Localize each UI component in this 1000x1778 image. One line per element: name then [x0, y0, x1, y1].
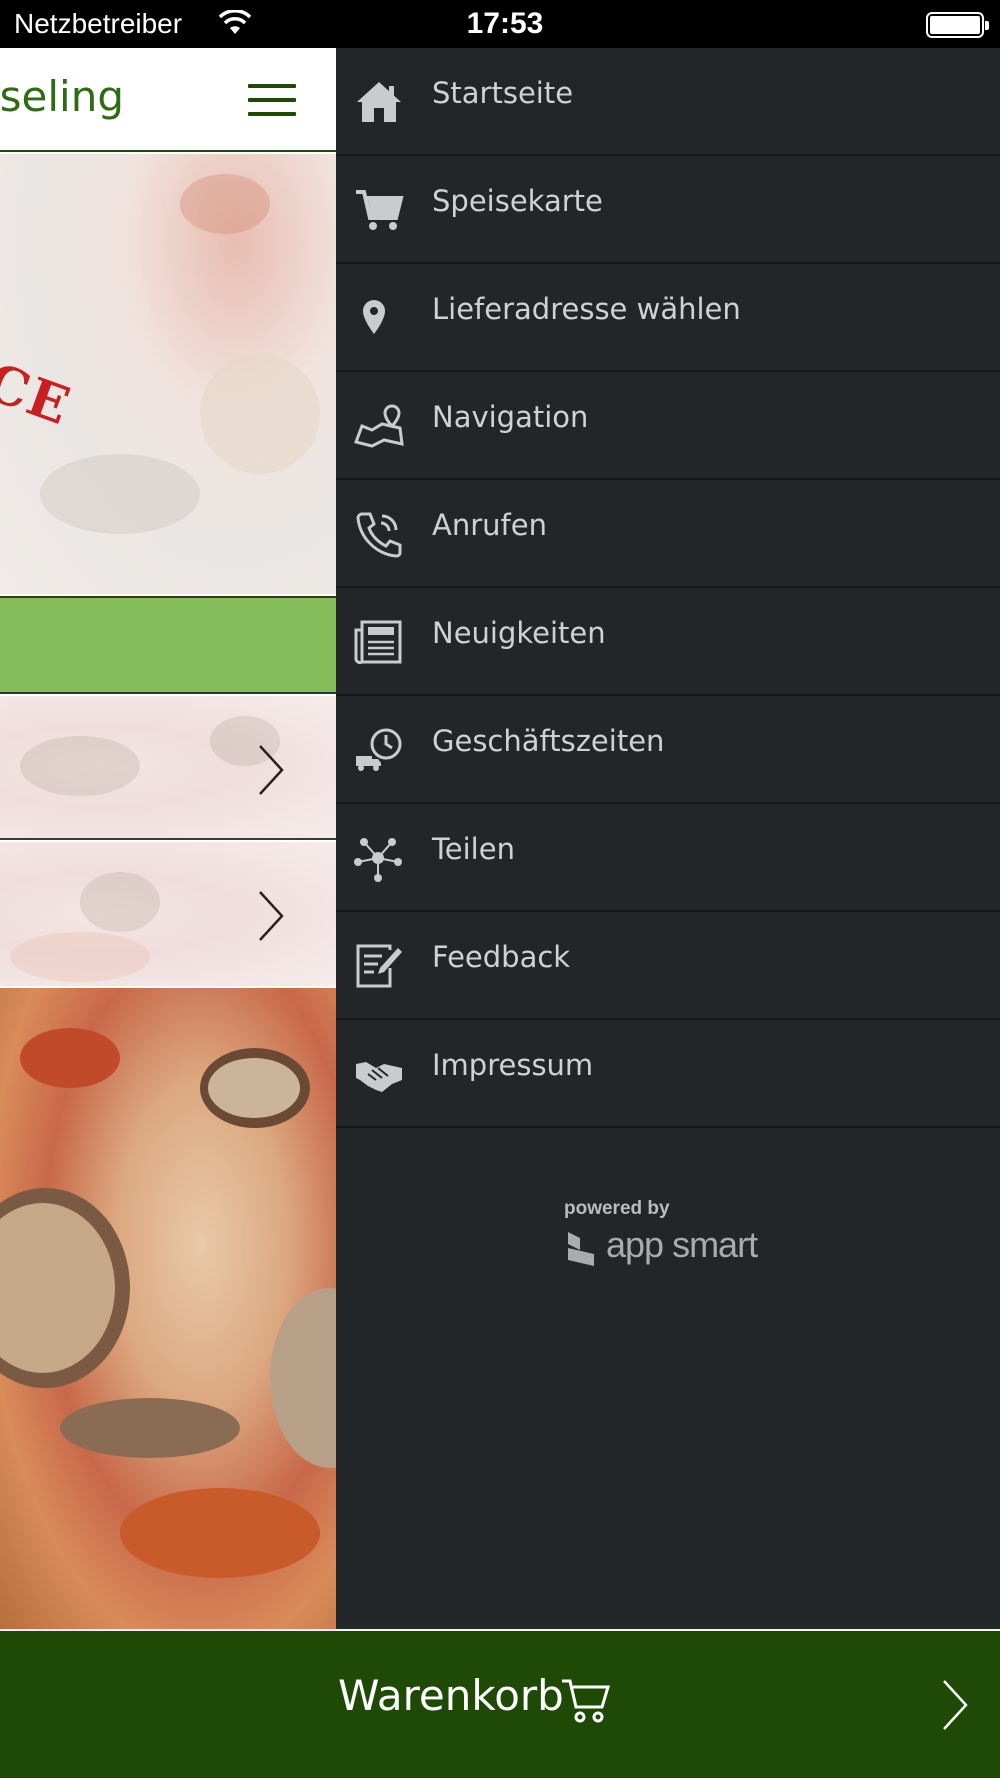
- share-icon: [354, 834, 404, 882]
- chevron-right-icon: [256, 744, 286, 796]
- cart-icon: [354, 186, 404, 234]
- app-smart-logo-icon: [566, 1228, 596, 1268]
- menu-item-label: Speisekarte: [432, 184, 603, 218]
- menu-item-label: Impressum: [432, 1048, 594, 1082]
- cart-label: Warenkorb: [338, 1671, 564, 1720]
- promo-banner[interactable]: [0, 596, 336, 694]
- side-menu: Startseite Speisekarte Lieferadresse wäh…: [336, 48, 1000, 1629]
- app-smart-brand-name: app smart: [606, 1224, 758, 1265]
- hamburger-icon[interactable]: [248, 84, 298, 118]
- menu-item-teilen[interactable]: Teilen: [336, 804, 1000, 912]
- list-item[interactable]: [0, 842, 336, 986]
- menu-item-label: Lieferadresse wählen: [432, 292, 741, 326]
- menu-item-label: Neuigkeiten: [432, 616, 606, 650]
- app-header: sseling: [0, 48, 336, 152]
- battery-icon: [926, 12, 989, 38]
- menu-item-neuigkeiten[interactable]: Neuigkeiten: [336, 588, 1000, 696]
- menu-item-label: Feedback: [432, 940, 571, 974]
- menu-item-geschaeftszeiten[interactable]: Geschäftszeiten: [336, 696, 1000, 804]
- map-icon: [354, 402, 404, 450]
- chevron-right-icon: [940, 1679, 970, 1731]
- list-item[interactable]: [0, 696, 336, 840]
- newspaper-icon: [354, 618, 404, 666]
- menu-item-label: Teilen: [432, 832, 515, 866]
- handshake-icon: [354, 1050, 404, 1098]
- menu-item-feedback[interactable]: Feedback: [336, 912, 1000, 1020]
- menu-item-lieferadresse[interactable]: Lieferadresse wählen: [336, 264, 1000, 372]
- home-icon: [354, 78, 404, 126]
- cart-button[interactable]: Warenkorb: [0, 1629, 1000, 1778]
- menu-item-impressum[interactable]: Impressum: [336, 1020, 1000, 1128]
- page-title: sseling: [0, 72, 124, 121]
- feedback-icon: [354, 942, 404, 990]
- menu-item-label: Startseite: [432, 76, 574, 110]
- hero-image: CE: [0, 154, 336, 594]
- chevron-right-icon: [256, 890, 286, 942]
- hero-stamp-text: CE: [0, 351, 79, 438]
- powered-by-label: powered by: [564, 1198, 670, 1219]
- pizza-photo: [0, 988, 336, 1629]
- status-bar: Netzbetreiber 17:53: [0, 0, 1000, 48]
- clock-time: 17:53: [466, 7, 544, 40]
- delivery-clock-icon: [354, 726, 404, 774]
- cart-icon: [560, 1675, 612, 1725]
- menu-item-startseite[interactable]: Startseite: [336, 48, 1000, 156]
- main-content: sseling CE: [0, 48, 336, 1629]
- menu-item-label: Navigation: [432, 400, 589, 434]
- menu-item-speisekarte[interactable]: Speisekarte: [336, 156, 1000, 264]
- menu-item-label: Geschäftszeiten: [432, 724, 665, 758]
- menu-item-navigation[interactable]: Navigation: [336, 372, 1000, 480]
- menu-item-anrufen[interactable]: Anrufen: [336, 480, 1000, 588]
- menu-item-label: Anrufen: [432, 508, 547, 542]
- phone-icon: [354, 510, 404, 558]
- location-pin-icon: [354, 294, 404, 342]
